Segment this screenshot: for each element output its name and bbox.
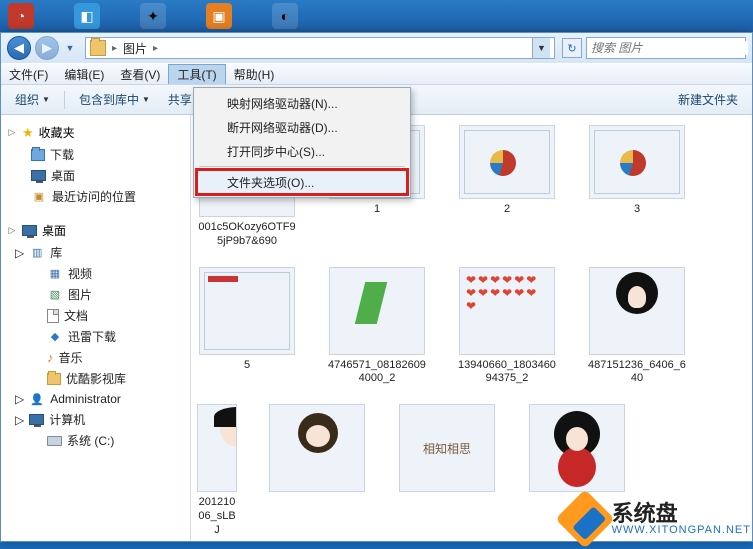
tools-menu-panel: 映射网络驱动器(N)... 断开网络驱动器(D)... 打开同步中心(S)...…	[193, 87, 411, 198]
thumbnail-image	[589, 267, 685, 355]
file-item[interactable]: 487151236_6406_640	[587, 267, 687, 387]
sidebar-admin[interactable]: ▷👤Administrator	[1, 389, 190, 409]
toolbar-sep	[64, 91, 65, 109]
breadcrumb-sep2: ▸	[153, 43, 158, 54]
toolbar-organize[interactable]: 组织▼	[9, 89, 56, 110]
user-icon: 👤	[29, 391, 45, 407]
forward-button[interactable]: ▶	[35, 36, 59, 60]
sidebar-downloads[interactable]: 下载	[1, 144, 190, 165]
history-dropdown[interactable]: ▼	[63, 36, 77, 60]
menu-help[interactable]: 帮助(H)	[226, 64, 283, 84]
sidebar-documents[interactable]: 文档	[1, 305, 190, 326]
sidebar-videos[interactable]: ▦视频	[1, 263, 190, 284]
document-icon	[47, 309, 59, 323]
titlebar: ◀ ▶ ▼ ▸ 图片 ▸ ▼ ↻ 🔍	[1, 33, 752, 63]
menu-edit[interactable]: 编辑(E)	[56, 64, 112, 84]
menu-folder-options[interactable]: 文件夹选项(O)...	[197, 170, 407, 194]
file-item[interactable]	[267, 404, 367, 537]
search-input[interactable]	[591, 41, 748, 55]
star-icon: ★	[22, 125, 34, 141]
menu-open-sync[interactable]: 打开同步中心(S)...	[197, 139, 407, 163]
thumbnail-image	[399, 404, 495, 492]
taskbar-icon-3: ✦	[140, 3, 166, 29]
navigation-pane: ▷★收藏夹 下载 桌面 ▣最近访问的位置 ▷桌面 ▷▥库 ▦视频 ▧图片 文档 …	[1, 115, 191, 541]
address-bar[interactable]: ▸ 图片 ▸ ▼	[85, 37, 555, 59]
breadcrumb-folder[interactable]: 图片	[123, 40, 147, 57]
thumbnail-image	[459, 267, 555, 355]
library-icon: ▥	[29, 245, 45, 261]
music-icon: ♪	[47, 350, 54, 365]
file-caption: 2	[504, 203, 510, 217]
file-caption: 13940660_180346094375_2	[457, 359, 557, 387]
sidebar-xunlei[interactable]: ◆迅雷下载	[1, 326, 190, 347]
recent-icon: ▣	[31, 189, 47, 205]
sidebar-cdrive[interactable]: 系统 (C:)	[1, 430, 190, 451]
sidebar-libraries[interactable]: ▷▥库	[1, 242, 190, 263]
desktop-icon	[31, 170, 46, 181]
thumbnail-image	[199, 267, 295, 355]
thumbnail-image	[529, 404, 625, 492]
taskbar-icon-5: ◐	[272, 3, 298, 29]
explorer-window: ◀ ▶ ▼ ▸ 图片 ▸ ▼ ↻ 🔍 文件(F) 编辑(E) 查看(V) 工具(…	[0, 32, 753, 542]
computer-icon	[29, 414, 44, 425]
menu-disconnect-drive[interactable]: 断开网络驱动器(D)...	[197, 115, 407, 139]
file-item[interactable]: 5	[197, 267, 297, 387]
watermark-brand: 系统盘	[612, 503, 751, 525]
menu-map-drive[interactable]: 映射网络驱动器(N)...	[197, 91, 407, 115]
file-caption: 4746571_081826094000_2	[327, 359, 427, 387]
file-item[interactable]: 3	[587, 125, 687, 249]
file-caption: 20121006_sLBJ	[197, 496, 237, 537]
file-item[interactable]: 4746571_081826094000_2	[327, 267, 427, 387]
thumbnail-image	[269, 404, 365, 492]
watermark-url: WWW.XITONGPAN.NET	[612, 525, 751, 536]
file-item[interactable]: 20121006_sLBJ	[197, 404, 237, 537]
file-caption: 001c5OKozy6OTF95jP9b7&690	[197, 221, 297, 249]
background-taskbar: ◔ ◧ ✦ ▣ ◐	[0, 0, 753, 32]
file-item[interactable]: 13940660_180346094375_2	[457, 267, 557, 387]
thumbnail-image	[197, 404, 237, 492]
menu-tools[interactable]: 工具(T)	[168, 64, 225, 84]
sidebar-favorites[interactable]: ▷★收藏夹	[1, 121, 190, 144]
file-caption: 3	[634, 203, 640, 217]
toolbar-include[interactable]: 包含到库中▼	[73, 89, 156, 110]
folder-icon	[47, 373, 61, 385]
sidebar-youku[interactable]: 优酷影视库	[1, 368, 190, 389]
taskbar-icon-4: ▣	[206, 3, 232, 29]
sidebar-computer[interactable]: ▷计算机	[1, 409, 190, 430]
sidebar-pictures[interactable]: ▧图片	[1, 284, 190, 305]
toolbar-newfolder[interactable]: 新建文件夹	[672, 89, 744, 110]
breadcrumb-sep: ▸	[112, 43, 117, 54]
file-item[interactable]	[397, 404, 497, 537]
folder-icon	[90, 40, 106, 56]
file-caption: 1	[374, 203, 380, 217]
sidebar-music[interactable]: ♪音乐	[1, 347, 190, 368]
folder-icon	[31, 149, 45, 161]
thumbnail-image	[329, 267, 425, 355]
address-dropdown[interactable]: ▼	[532, 38, 550, 58]
picture-icon: ▧	[47, 287, 63, 303]
menubar: 文件(F) 编辑(E) 查看(V) 工具(T) 帮助(H)	[1, 63, 752, 85]
disk-icon	[47, 436, 62, 446]
desktop-icon	[22, 225, 37, 236]
video-icon: ▦	[47, 266, 63, 282]
menu-file[interactable]: 文件(F)	[1, 64, 56, 84]
watermark-logo	[555, 489, 614, 548]
sidebar-recent[interactable]: ▣最近访问的位置	[1, 186, 190, 207]
file-caption: 5	[244, 359, 250, 373]
file-caption: 487151236_6406_640	[587, 359, 687, 387]
menu-separator	[199, 166, 405, 167]
xunlei-icon: ◆	[47, 329, 63, 345]
sidebar-desktop-group[interactable]: ▷桌面	[1, 219, 190, 242]
sidebar-desktop[interactable]: 桌面	[1, 165, 190, 186]
watermark: 系统盘 WWW.XITONGPAN.NET	[564, 498, 751, 540]
taskbar-icon-2: ◧	[74, 3, 100, 29]
menu-view[interactable]: 查看(V)	[112, 64, 168, 84]
back-button[interactable]: ◀	[7, 36, 31, 60]
taskbar-icon-1: ◔	[8, 3, 34, 29]
file-item[interactable]: 2	[457, 125, 557, 249]
thumbnail-image	[459, 125, 555, 199]
thumbnail-image	[589, 125, 685, 199]
refresh-button[interactable]: ↻	[562, 38, 582, 58]
search-box[interactable]: 🔍	[586, 37, 746, 59]
